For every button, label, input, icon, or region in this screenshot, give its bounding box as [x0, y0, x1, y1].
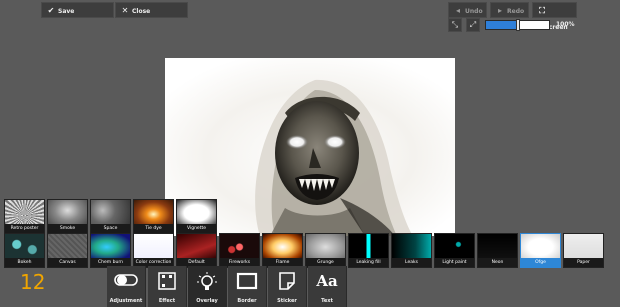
checkmark-icon: ✔: [47, 6, 55, 15]
effect-thumbnail: [521, 234, 560, 260]
film-icon: [148, 272, 186, 294]
effect-tile-paper[interactable]: Paper: [563, 233, 604, 268]
redo-label: Redo: [507, 8, 525, 15]
effect-thumbnail: [91, 234, 130, 260]
redo-button[interactable]: ▸ Redo: [490, 2, 529, 18]
redo-arrow-icon: ▸: [497, 6, 502, 15]
effect-thumbnail: [48, 200, 87, 226]
effect-label: Leaks: [392, 258, 431, 267]
effect-thumbnail: [5, 234, 44, 260]
effect-label: Ofge: [521, 258, 560, 267]
save-button[interactable]: ✔ Save: [41, 2, 114, 18]
effect-label: Space: [91, 224, 130, 233]
category-overlay[interactable]: Overlay: [188, 266, 227, 307]
zoom-out-button[interactable]: ⤡: [448, 18, 462, 32]
effect-tile-neon[interactable]: Neon: [477, 233, 518, 268]
category-effect[interactable]: Effect: [148, 266, 187, 307]
effect-label: Retro poster: [5, 224, 44, 233]
effect-thumbnail: [220, 234, 259, 260]
effect-tile-flame[interactable]: Flame: [262, 233, 303, 268]
close-label: Close: [132, 8, 151, 15]
effect-thumbnail: [435, 234, 474, 260]
category-label: Border: [237, 298, 257, 304]
effect-tile-chem-burn[interactable]: Chem burn: [90, 233, 131, 268]
effect-tile-tie-dye[interactable]: Tie dye: [133, 199, 174, 234]
effect-thumbnail: [177, 200, 216, 226]
effect-count: 12: [20, 270, 46, 294]
effect-thumbnail: [5, 200, 44, 226]
category-label: Sticker: [277, 298, 297, 304]
sticker-icon: [268, 272, 306, 294]
fullscreen-button[interactable]: ⛶Fullscreen: [532, 2, 577, 31]
effect-label: Bokeh: [5, 258, 44, 267]
close-button[interactable]: ✕ Close: [115, 2, 188, 18]
effect-label: Smoke: [48, 224, 87, 233]
category-text[interactable]: Aa Text: [308, 266, 347, 307]
effect-tile-canvas[interactable]: Canvas: [47, 233, 88, 268]
undo-arrow-icon: ◂: [455, 6, 460, 15]
zoom-slider[interactable]: [485, 19, 550, 31]
effect-thumbnail: [263, 234, 302, 260]
zoom-in-icon: ⤢: [469, 20, 477, 29]
undo-label: Undo: [465, 8, 483, 15]
zoom-out-icon: ⤡: [451, 20, 459, 29]
effect-tile-ofge[interactable]: Ofge: [520, 233, 561, 268]
effect-thumbnail: [349, 234, 388, 260]
category-adjustment[interactable]: Adjustment: [107, 266, 146, 307]
category-label: Effect: [158, 298, 176, 304]
effect-label: Canvas: [48, 258, 87, 267]
effect-thumbnail: [478, 234, 517, 260]
zoom-slider-handle[interactable]: [515, 19, 520, 31]
bulb-icon: [188, 272, 226, 296]
effect-tile-light-paint[interactable]: Light paint: [434, 233, 475, 268]
category-border[interactable]: Border: [228, 266, 267, 307]
effect-tile-grunge[interactable]: Grunge: [305, 233, 346, 268]
undo-button[interactable]: ◂ Undo: [448, 2, 487, 18]
frame-icon: [228, 272, 266, 294]
category-label: Overlay: [196, 298, 218, 304]
fullscreen-icon: ⛶: [539, 6, 545, 15]
effect-thumbnail: [134, 234, 173, 260]
category-label: Adjustment: [109, 298, 143, 304]
effect-tile-leaks[interactable]: Leaks: [391, 233, 432, 268]
effect-thumbnail: [91, 200, 130, 226]
effect-tile-smoke[interactable]: Smoke: [47, 199, 88, 234]
effect-thumbnail: [134, 200, 173, 226]
effect-thumbnail: [564, 234, 603, 260]
category-sticker[interactable]: Sticker: [268, 266, 307, 307]
effect-tile-space[interactable]: Space: [90, 199, 131, 234]
effect-label: Leaking fill: [349, 258, 388, 267]
toggle-icon: [107, 272, 145, 292]
effect-label: Light paint: [435, 258, 474, 267]
effect-label: Paper: [564, 258, 603, 267]
effect-label: Tie dye: [134, 224, 173, 233]
effect-label: Neon: [478, 258, 517, 267]
effect-tile-leaking-fill[interactable]: Leaking fill: [348, 233, 389, 268]
effect-tile-default[interactable]: Default: [176, 233, 217, 268]
effect-thumbnail: [177, 234, 216, 260]
zoom-slider-fill: [486, 21, 518, 29]
text-icon: Aa: [316, 272, 338, 290]
effect-tile-bokeh[interactable]: Bokeh: [4, 233, 45, 268]
save-label: Save: [58, 8, 75, 15]
category-label: Text: [321, 298, 333, 304]
effect-label: Vignette: [177, 224, 216, 233]
effect-thumbnail: [48, 234, 87, 260]
zoom-in-button[interactable]: ⤢: [466, 18, 480, 32]
effect-tile-fireworks[interactable]: Fireworks: [219, 233, 260, 268]
zoom-value: 100%: [556, 21, 575, 28]
effect-tile-vignette[interactable]: Vignette: [176, 199, 217, 234]
effect-thumbnail: [392, 234, 431, 260]
close-icon: ✕: [121, 6, 129, 15]
effect-tile-retro-poster[interactable]: Retro poster: [4, 199, 45, 234]
effect-tile-color-correction[interactable]: Color correction: [133, 233, 174, 268]
effect-thumbnail: [306, 234, 345, 260]
